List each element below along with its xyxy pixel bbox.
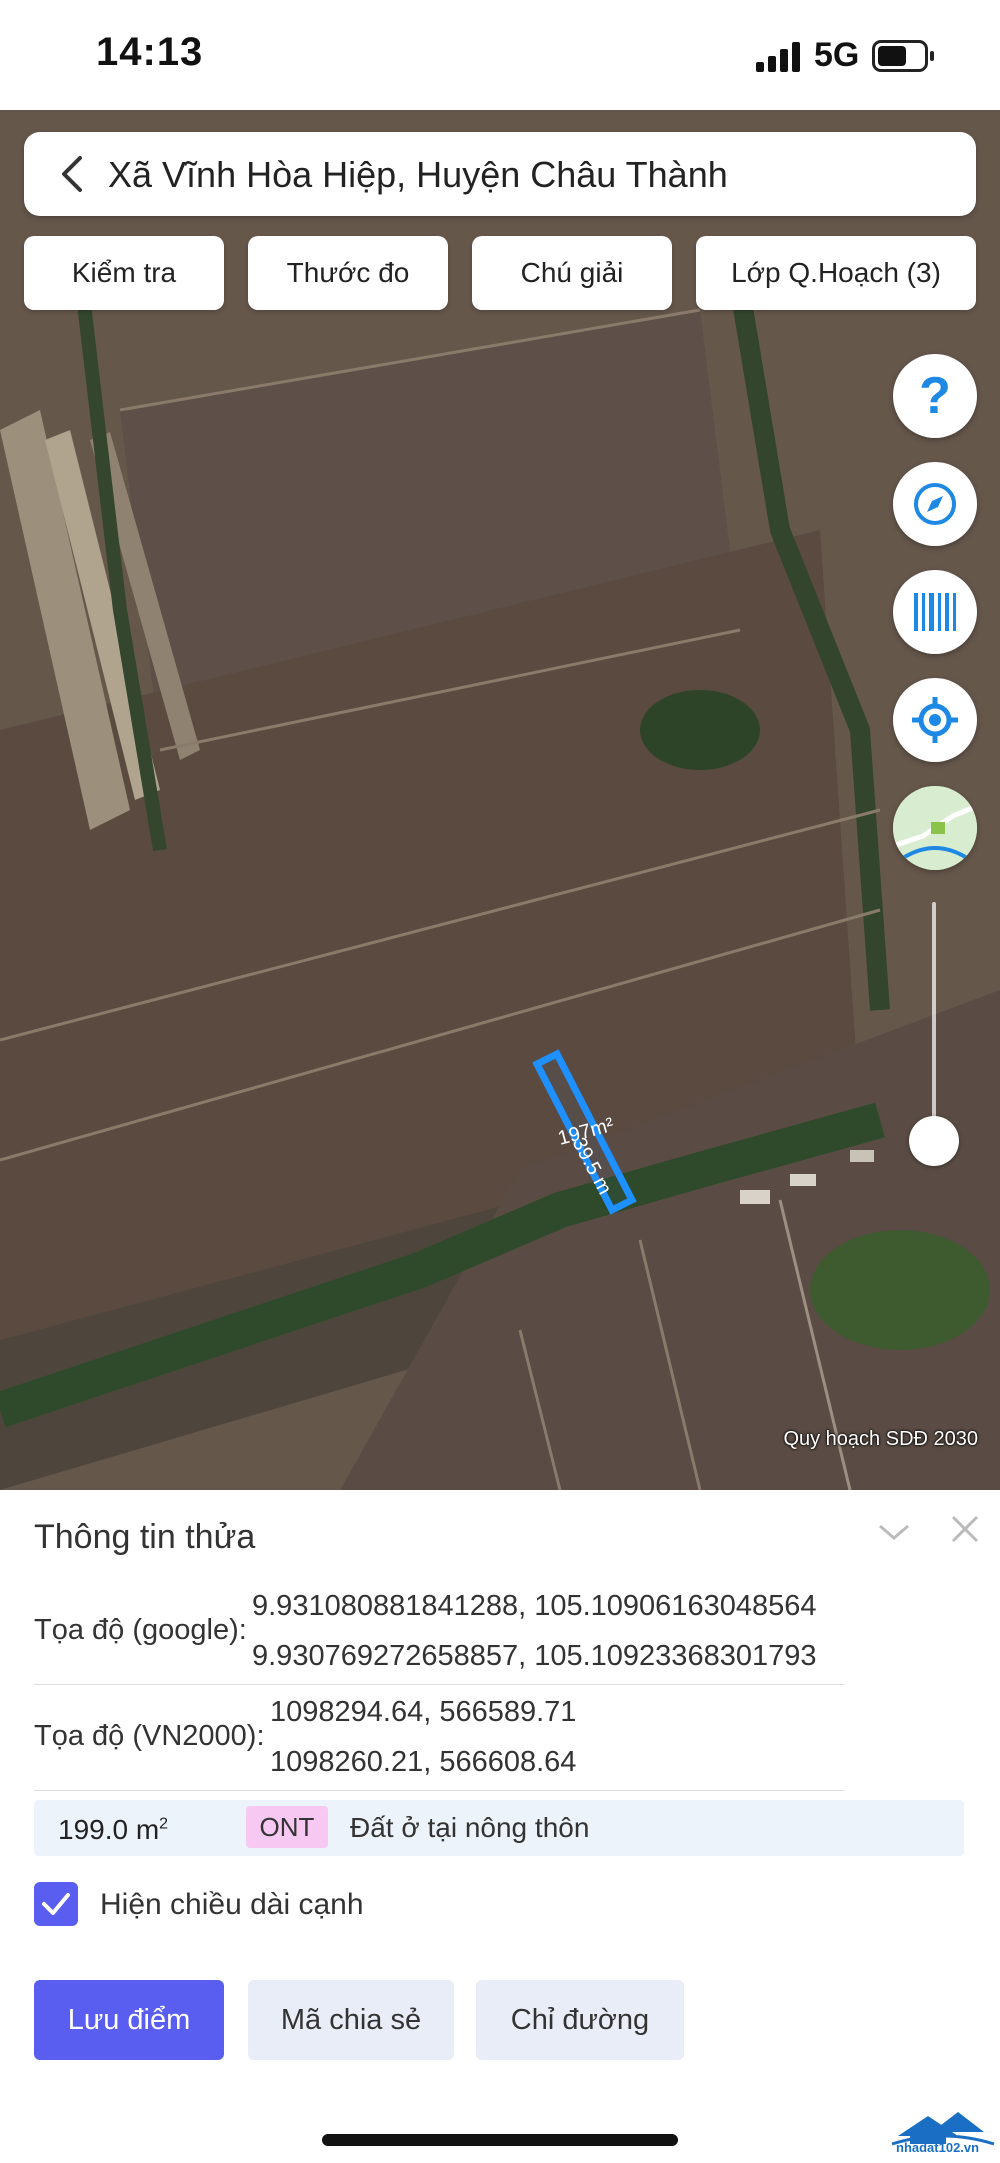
google-coords-label: Tọa độ (google): <box>34 1614 247 1646</box>
barcode-button[interactable] <box>893 570 977 654</box>
opacity-slider-track[interactable] <box>932 902 936 1142</box>
show-edges-label[interactable]: Hiện chiều dài cạnh <box>100 1888 364 1922</box>
locate-button[interactable] <box>893 678 977 762</box>
google-coord-2: 9.930769272658857, 105.10923368301793 <box>252 1640 817 1672</box>
land-use-row: 199.0 m2 ONT Đất ở tại nông thôn <box>34 1800 964 1856</box>
help-icon: ? <box>919 367 951 425</box>
legend-button[interactable]: Chú giải <box>472 236 672 310</box>
location-search-bar[interactable]: Xã Vĩnh Hòa Hiệp, Huyện Châu Thành <box>24 132 976 216</box>
locate-icon <box>912 697 958 743</box>
compass-icon <box>914 483 956 525</box>
vn2000-coord-1: 1098294.64, 566589.71 <box>270 1696 577 1728</box>
home-indicator[interactable] <box>322 2134 678 2146</box>
minimap-thumbnail <box>893 786 977 870</box>
chevron-down-icon[interactable] <box>876 1520 912 1544</box>
vn2000-coords-label: Tọa độ (VN2000): <box>34 1720 265 1752</box>
checkmark-icon <box>42 1893 70 1915</box>
google-coord-1: 9.931080881841288, 105.10906163048564 <box>252 1590 817 1622</box>
barcode-icon <box>914 593 956 631</box>
save-point-button[interactable]: Lưu điểm <box>34 1980 224 2060</box>
zone-code-badge: ONT <box>246 1806 328 1848</box>
vn2000-coord-2: 1098260.21, 566608.64 <box>270 1746 577 1778</box>
watermark-text: nhadat102.vn <box>896 2140 980 2155</box>
divider <box>34 1684 844 1685</box>
close-icon[interactable] <box>948 1512 982 1546</box>
zone-description: Đất ở tại nông thôn <box>350 1812 590 1843</box>
show-edges-checkbox[interactable] <box>34 1882 78 1926</box>
location-title: Xã Vĩnh Hòa Hiệp, Huyện Châu Thành <box>108 154 728 195</box>
base-map-toggle[interactable] <box>893 786 977 870</box>
compass-button[interactable] <box>893 462 977 546</box>
planning-layers-button[interactable]: Lớp Q.Hoạch (3) <box>696 236 976 310</box>
check-button[interactable]: Kiểm tra <box>24 236 224 310</box>
parcel-info-panel: Thông tin thửa Tọa độ (google): 9.931080… <box>0 1490 1000 2163</box>
back-arrow-icon[interactable] <box>50 150 98 198</box>
measure-button[interactable]: Thước đo <box>248 236 448 310</box>
help-button[interactable]: ? <box>893 354 977 438</box>
panel-title: Thông tin thửa <box>34 1518 256 1556</box>
opacity-slider-knob[interactable] <box>909 1116 959 1166</box>
directions-button[interactable]: Chỉ đường <box>476 1980 684 2060</box>
divider <box>34 1790 844 1791</box>
parcel-area: 199.0 m2 <box>58 1814 169 1845</box>
map-layer-caption: Quy hoạch SDĐ 2030 <box>783 1428 978 1450</box>
share-code-button[interactable]: Mã chia sẻ <box>248 1980 454 2060</box>
